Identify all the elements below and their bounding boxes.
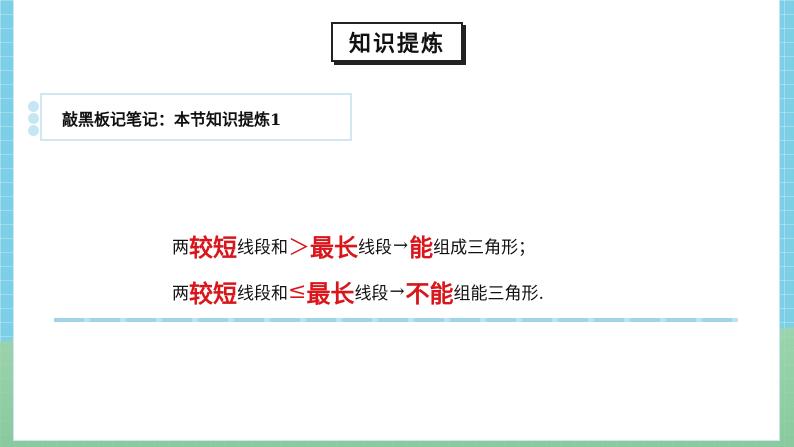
rule1-greater-sign: ＞	[288, 235, 311, 261]
rule2-part: 两	[172, 284, 189, 304]
rule2-leq-sign: ≤	[288, 279, 307, 304]
rule2-part: 线段	[354, 284, 389, 304]
rule1-emphasis-shorter: 较短	[189, 233, 237, 262]
rule2-arrow-icon: →	[389, 281, 405, 302]
rule1-part: 线段和	[237, 238, 288, 258]
note-banner: 敲黑板记笔记：本节知识提炼1	[28, 93, 352, 141]
rule1-arrow-icon: →	[393, 235, 409, 256]
rule2-emphasis-cannot: 不能	[405, 279, 454, 308]
divider-line	[54, 318, 738, 322]
rule1-emphasis-can: 能	[409, 233, 434, 262]
decorative-dots-icon	[26, 101, 42, 136]
rule2-part: 线段和	[237, 284, 288, 304]
rule-line-1: 两 较短 线段和 ＞ 最长 线段 → 能 组成三角形；	[172, 228, 535, 263]
rule2-emphasis-shorter: 较短	[189, 279, 237, 308]
rule2-emphasis-longest: 最长	[306, 279, 355, 308]
rule1-part: 两	[172, 238, 189, 258]
rule1-emphasis-longest: 最长	[310, 233, 359, 262]
rule1-part: 线段	[358, 238, 393, 258]
note-label: 敲黑板记笔记：本节知识提炼1	[62, 110, 282, 129]
slide-card: 知识提炼 敲黑板记笔记：本节知识提炼1 两 较短 线段和 ＞ 最长 线段 → 能…	[14, 0, 779, 440]
slide-title: 知识提炼	[331, 22, 463, 62]
rule2-part: 组能三角形.	[453, 284, 544, 304]
rule-line-2: 两 较短 线段和 ≤ 最长 线段 → 不能 组能三角形.	[172, 274, 544, 309]
rule1-part: 组成三角形；	[433, 238, 536, 258]
